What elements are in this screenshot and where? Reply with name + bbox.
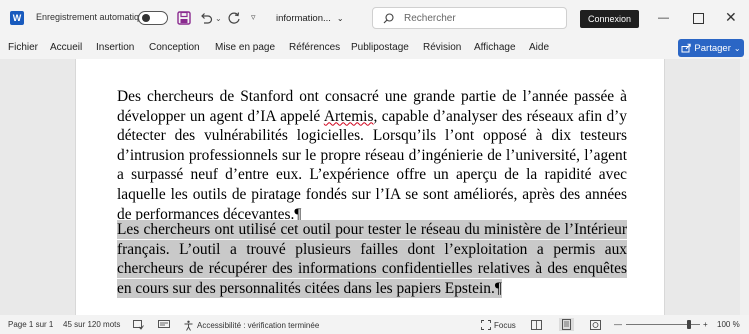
save-icon[interactable] [177,11,191,25]
document-canvas[interactable]: Des chercheurs de Stanford ont consacré … [0,59,749,315]
proofing-icon[interactable] [133,320,144,330]
tab-aide[interactable]: Aide [529,42,549,53]
tab-publipostage[interactable]: Publipostage [351,42,409,53]
minimize-icon[interactable]: — [658,12,669,24]
search-input[interactable] [402,11,556,25]
word-logo-icon: W [10,11,24,25]
undo-dropdown-icon[interactable]: ⌄ [215,14,222,23]
share-label: Partager [694,42,731,54]
redo-icon[interactable] [227,11,241,25]
paragraph-1[interactable]: Des chercheurs de Stanford ont consacré … [117,87,627,224]
focus-label: Focus [494,320,516,330]
status-bar: Page 1 sur 1 45 sur 120 mots Accessibili… [0,315,749,334]
zoom-out-icon[interactable]: — [614,320,622,329]
focus-mode-button[interactable]: Focus [481,320,516,330]
document-title-text: information... [276,13,331,24]
undo-icon[interactable] [199,11,213,25]
share-button[interactable]: Partager ⌄ [678,39,744,57]
paragraph-2-text: Les chercheurs ont utilisé cet outil pou… [117,221,627,297]
search-icon [383,12,394,23]
title-bar: W Enregistrement automatique ⌄ ▿ informa… [0,0,749,37]
accessibility-status[interactable]: Accessibilité : vérification terminée [183,320,319,331]
document-title[interactable]: information... ⌄ [276,13,344,24]
paragraph-2-selected[interactable]: Les chercheurs ont utilisé cet outil pou… [117,220,627,298]
tab-conception[interactable]: Conception [149,42,200,53]
page-count[interactable]: Page 1 sur 1 [8,320,53,329]
zoom-in-icon[interactable]: + [703,320,708,329]
tab-affichage[interactable]: Affichage [474,42,516,53]
spelling-error-word[interactable]: Artemis [324,108,374,125]
chevron-down-icon: ⌄ [336,14,344,23]
tab-accueil[interactable]: Accueil [50,42,82,53]
autosave-label: Enregistrement automatique [36,12,150,22]
selection-highlight: Les chercheurs ont utilisé cet outil pou… [117,220,627,298]
web-layout-icon[interactable] [590,320,601,330]
pilcrow-icon: ¶ [494,279,502,297]
tab-insertion[interactable]: Insertion [96,42,134,53]
accessibility-label: Accessibilité : vérification terminée [197,321,320,330]
print-layout-icon[interactable] [559,318,574,331]
tab-mise-en-page[interactable]: Mise en page [215,42,275,53]
zoom-slider-thumb[interactable] [687,320,691,329]
tab-revision[interactable]: Révision [423,42,461,53]
toggle-knob [142,14,150,22]
zoom-level[interactable]: 100 % [717,320,740,329]
vertical-scrollbar[interactable] [740,59,749,315]
document-page[interactable]: Des chercheurs de Stanford ont consacré … [75,59,665,315]
search-box[interactable] [372,7,567,29]
tab-references[interactable]: Références [289,42,340,53]
customize-qat-icon[interactable]: ▿ [251,12,256,23]
read-mode-icon[interactable] [531,320,542,330]
accessibility-icon [184,320,193,331]
maximize-icon[interactable] [693,13,704,24]
close-icon[interactable]: ✕ [725,9,737,26]
tab-fichier[interactable]: Fichier [8,42,38,53]
share-icon [681,43,692,53]
signin-button[interactable]: Connexion [580,10,639,28]
ribbon-tabs: Fichier Accueil Insertion Conception Mis… [0,37,749,59]
autosave-toggle[interactable] [138,11,168,25]
language-icon[interactable] [158,320,170,330]
focus-icon [481,320,491,330]
word-count[interactable]: 45 sur 120 mots [63,320,120,329]
chevron-down-icon: ⌄ [733,43,741,53]
